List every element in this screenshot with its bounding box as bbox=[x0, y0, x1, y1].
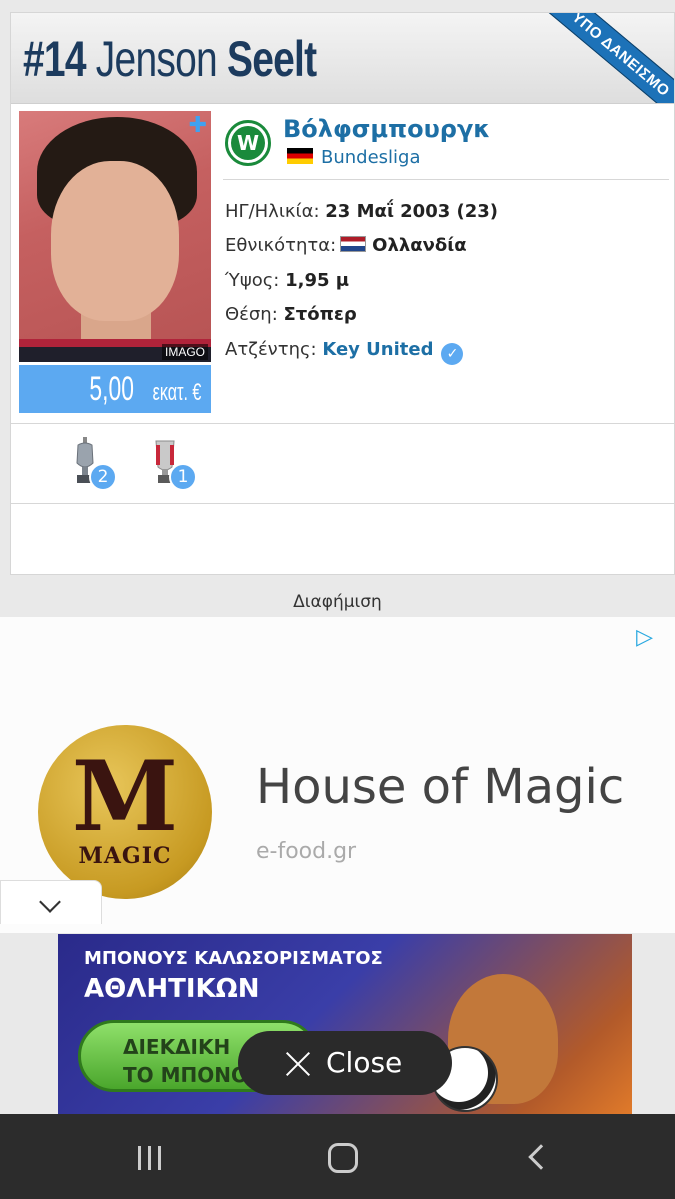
ad-label: Διαφήμιση bbox=[293, 592, 382, 612]
close-icon bbox=[284, 1050, 312, 1078]
page: #14 Jenson Seelt ΥΠΟ ΔΑΝΕΙΣΜΟ ✚ IMAGO 5,… bbox=[0, 0, 675, 1199]
club-name[interactable]: Βόλφσμπουργκ bbox=[283, 115, 490, 143]
player-number: #14 bbox=[23, 31, 87, 87]
player-photo[interactable]: ✚ IMAGO bbox=[19, 111, 211, 362]
club-logo[interactable]: W bbox=[225, 120, 271, 166]
league[interactable]: Bundesliga bbox=[287, 147, 421, 168]
ad-title[interactable]: House of Magic bbox=[256, 759, 624, 815]
add-icon[interactable]: ✚ bbox=[189, 113, 207, 138]
nationality-row: Εθνικότητα: Ολλανδία bbox=[225, 235, 467, 256]
agent-row: Ατζέντης: Key United ✓ bbox=[225, 339, 464, 365]
android-nav-bar bbox=[0, 1114, 675, 1199]
ad-domain[interactable]: e-food.gr bbox=[256, 839, 356, 864]
club-logo-letter: W bbox=[231, 126, 265, 160]
banner-line2: ΑΘΛΗΤΙΚΩΝ bbox=[84, 974, 260, 1004]
nationality-value: Ολλανδία bbox=[372, 235, 467, 256]
divider bbox=[11, 503, 674, 504]
player-first-name: Jenson bbox=[95, 31, 218, 87]
birth-row: ΗΓ/Ηλικία: 23 Μαΐ 2003 (23) bbox=[225, 201, 498, 222]
agent-link[interactable]: Key United bbox=[322, 339, 433, 360]
player-last-name: Seelt bbox=[226, 31, 317, 87]
magic-logo[interactable]: M MAGIC bbox=[38, 725, 212, 899]
photo-credit: IMAGO bbox=[161, 344, 208, 360]
home-icon[interactable] bbox=[328, 1143, 358, 1173]
netherlands-flag-icon bbox=[340, 236, 367, 252]
agent-label: Ατζέντης: bbox=[225, 339, 317, 360]
birth-value: 23 Μαΐ 2003 (23) bbox=[325, 201, 499, 222]
trophy-item[interactable]: 1 bbox=[147, 437, 197, 493]
trophy-count-badge: 2 bbox=[89, 463, 117, 491]
banner-line1: ΜΠΟΝΟΥΣ ΚΑΛΩΣΟΡΙΣΜΑΤΟΣ bbox=[84, 948, 383, 969]
divider bbox=[11, 423, 674, 424]
player-header: #14 Jenson Seelt ΥΠΟ ΔΑΝΕΙΣΜΟ bbox=[11, 13, 674, 104]
trophy-item[interactable]: 2 bbox=[67, 437, 117, 493]
position-label: Θέση: bbox=[225, 304, 278, 325]
height-label: Ύψος: bbox=[225, 270, 280, 291]
market-value-unit: εκατ. € bbox=[152, 379, 201, 406]
player-card: #14 Jenson Seelt ΥΠΟ ΔΑΝΕΙΣΜΟ ✚ IMAGO 5,… bbox=[10, 12, 675, 575]
player-title: #14 Jenson Seelt bbox=[23, 30, 317, 88]
birth-label: ΗΓ/Ηλικία: bbox=[225, 201, 320, 222]
position-row: Θέση: Στόπερ bbox=[225, 304, 357, 325]
magic-logo-letter: M bbox=[71, 740, 179, 853]
back-icon[interactable] bbox=[528, 1144, 554, 1170]
height-value: 1,95 μ bbox=[285, 270, 350, 291]
league-name: Bundesliga bbox=[321, 147, 421, 168]
ad-menu-icon[interactable]: ⋮ bbox=[667, 618, 675, 638]
magic-logo-word: MAGIC bbox=[78, 843, 172, 869]
ad-collapse-button[interactable] bbox=[0, 880, 102, 924]
position-value: Στόπερ bbox=[283, 304, 357, 325]
market-value-amount: 5,00 bbox=[89, 370, 134, 408]
nationality-label: Εθνικότητα: bbox=[225, 235, 337, 256]
recent-apps-icon[interactable] bbox=[136, 1146, 164, 1170]
chevron-down-icon bbox=[39, 891, 61, 913]
photo-face bbox=[51, 161, 179, 321]
divider bbox=[223, 179, 669, 180]
height-row: Ύψος: 1,95 μ bbox=[225, 270, 349, 291]
market-value[interactable]: 5,00 εκατ. € bbox=[19, 365, 211, 413]
loan-ribbon: ΥΠΟ ΔΑΝΕΙΣΜΟ bbox=[530, 13, 674, 103]
close-ad-button[interactable]: Close bbox=[238, 1031, 452, 1095]
verified-check-icon: ✓ bbox=[441, 343, 464, 365]
germany-flag-icon bbox=[287, 148, 313, 164]
trophy-count-badge: 1 bbox=[169, 463, 197, 491]
close-label: Close bbox=[326, 1046, 403, 1079]
adchoices-icon[interactable]: ▷ bbox=[636, 625, 653, 650]
